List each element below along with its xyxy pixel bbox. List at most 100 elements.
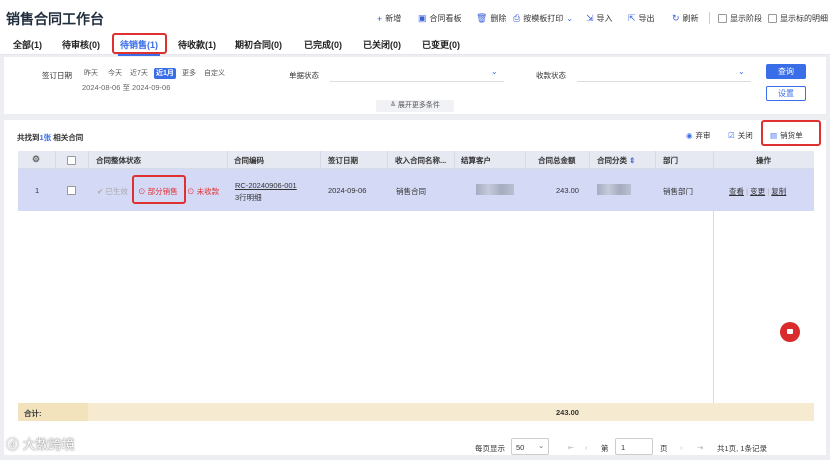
new-button[interactable]: + 新增 — [377, 13, 401, 24]
pay-status-label: 收款状态 — [536, 71, 566, 80]
close-button[interactable]: ☑ 关闭 — [728, 130, 753, 141]
floating-chat-button[interactable] — [780, 322, 800, 342]
import-button[interactable]: ⇲ 导入 — [586, 13, 613, 24]
quick-date-today[interactable]: 今天 — [106, 68, 124, 79]
tab-pending-review[interactable]: 待审核(0) — [62, 38, 100, 51]
app-title: 销售合同工作台 — [6, 11, 104, 27]
reject-icon: ◉ — [686, 131, 693, 140]
show-stage-toggle[interactable]: 显示阶段 — [718, 13, 762, 24]
contract-board-button[interactable]: ▣ 合同看板 — [418, 13, 462, 24]
status-unpaid: ⊙ 未收款 — [187, 187, 220, 196]
category-blurred — [597, 184, 631, 195]
document-icon: ▤ — [770, 131, 778, 140]
sum-amount: 243.00 — [556, 408, 579, 417]
toolbar-divider — [709, 12, 710, 24]
col-ops: 操作 — [756, 156, 771, 165]
quick-date-yesterday[interactable]: 昨天 — [82, 68, 100, 79]
customer-blurred — [476, 184, 514, 195]
per-page-value: 50 — [516, 443, 525, 452]
amount-cell: 243.00 — [556, 186, 579, 195]
plus-icon: + — [377, 13, 383, 24]
sign-date-label: 签订日期 — [42, 71, 72, 80]
expand-more-conditions[interactable]: ≚ 展开更多条件 — [376, 100, 454, 112]
contract-name-cell: 销售合同 — [396, 187, 426, 196]
col-dept[interactable]: 部门 — [663, 155, 678, 166]
page-suffix: 页 — [660, 444, 668, 453]
column-settings-icon[interactable]: ⚙ — [32, 154, 40, 165]
col-amount[interactable]: 合同总金额 — [538, 155, 576, 166]
prev-page-icon[interactable]: ‹ — [585, 443, 588, 452]
tab-all[interactable]: 全部(1) — [13, 38, 42, 51]
col-customer[interactable]: 结算客户 — [461, 155, 491, 166]
col-category[interactable]: 合同分类 ⇕ — [597, 155, 635, 166]
quick-date-1month[interactable]: 近1月 — [154, 68, 176, 79]
sales-order-button[interactable]: ▤ 销货单 — [770, 130, 803, 141]
col-status[interactable]: 合同整体状态 — [96, 155, 141, 166]
summary-row — [18, 403, 814, 421]
row-actions: 查看 | 变更 | 复制 — [729, 187, 787, 196]
row-index: 1 — [35, 186, 40, 195]
export-icon: ⇱ — [628, 13, 636, 23]
total-records: 共1页, 1条记录 — [717, 444, 768, 453]
col-sign-date[interactable]: 签订日期 — [328, 155, 358, 166]
date-range: 2024-08-06 至 2024-09-06 — [82, 83, 171, 92]
export-button[interactable]: ⇱ 导出 — [628, 13, 655, 24]
next-page-icon[interactable]: › — [680, 443, 683, 452]
sort-icon[interactable]: ⇕ — [629, 156, 635, 165]
refresh-icon: ↻ — [672, 13, 680, 23]
query-button[interactable]: 查询 — [766, 64, 806, 79]
quick-date-custom[interactable]: 自定义 — [202, 68, 227, 79]
contract-code-link[interactable]: RC-20240906-001 — [235, 181, 297, 190]
print-template-button[interactable]: ⎙ 按模板打印 ⌄ — [513, 13, 573, 24]
view-link[interactable]: 查看 — [729, 187, 744, 196]
double-chevron-down-icon: ≚ — [390, 102, 398, 109]
watermark: ⓓ 大数跨境 — [6, 437, 75, 452]
show-detail-toggle[interactable]: 显示标的明细 — [768, 13, 828, 24]
delete-button[interactable]: 🗑 删除 — [476, 13, 506, 24]
reject-review-button[interactable]: ◉ 弃审 — [686, 130, 711, 141]
show-detail-checkbox[interactable] — [768, 14, 777, 23]
copy-link[interactable]: 复制 — [771, 187, 786, 196]
sum-label: 合计: — [24, 409, 42, 418]
title-bar — [0, 0, 830, 34]
page-input-value: 1 — [621, 443, 626, 452]
col-code[interactable]: 合同编码 — [234, 155, 264, 166]
result-count: 共找到1张 相关合同 — [17, 133, 84, 142]
refresh-button[interactable]: ↻ 刷新 — [672, 13, 699, 24]
chevron-down-icon: ⌄ — [491, 67, 498, 76]
printer-icon: ⎙ — [513, 13, 521, 23]
tab-changed[interactable]: 已变更(0) — [422, 38, 460, 51]
tab-closed[interactable]: 已关闭(0) — [363, 38, 401, 51]
board-icon: ▣ — [418, 13, 427, 23]
tab-opening-contracts[interactable]: 期初合同(0) — [235, 38, 282, 51]
chevron-down-icon: ⌄ — [566, 14, 573, 23]
status-effective: ✔ 已生效 — [97, 187, 128, 196]
page-prefix: 第 — [601, 444, 609, 453]
trash-icon: 🗑 — [476, 13, 488, 23]
change-link[interactable]: 变更 — [750, 187, 765, 196]
pay-status-select[interactable] — [577, 68, 751, 82]
first-page-icon[interactable]: ⇤ — [568, 443, 574, 452]
chevron-down-icon: ⌄ — [738, 67, 745, 76]
doc-status-select[interactable] — [330, 68, 504, 82]
chevron-down-icon: ⌄ — [538, 441, 545, 450]
watermark-logo-icon: ⓓ — [6, 437, 23, 452]
doc-status-label: 单据状态 — [289, 71, 319, 80]
dept-cell: 销售部门 — [663, 187, 693, 196]
quick-date-more[interactable]: 更多 — [180, 68, 198, 79]
select-all-checkbox[interactable] — [67, 156, 76, 165]
import-icon: ⇲ — [586, 13, 594, 23]
row-checkbox[interactable] — [67, 186, 76, 195]
sign-date-cell: 2024-09-06 — [328, 186, 367, 195]
settings-button[interactable]: 设置 — [766, 86, 806, 101]
fixed-column-divider — [713, 211, 714, 403]
last-page-icon[interactable]: ⇥ — [697, 443, 703, 452]
col-name[interactable]: 收入合同名称... — [395, 155, 446, 166]
quick-date-7days[interactable]: 近7天 — [128, 68, 150, 79]
show-stage-checkbox[interactable] — [718, 14, 727, 23]
tab-pending-sales[interactable]: 待销售(1) — [120, 38, 158, 51]
contract-code-sub: 3行明细 — [235, 193, 262, 202]
clock-icon: ⊙ — [138, 187, 148, 196]
tab-pending-payment[interactable]: 待收款(1) — [178, 38, 216, 51]
tab-completed[interactable]: 已完成(0) — [304, 38, 342, 51]
